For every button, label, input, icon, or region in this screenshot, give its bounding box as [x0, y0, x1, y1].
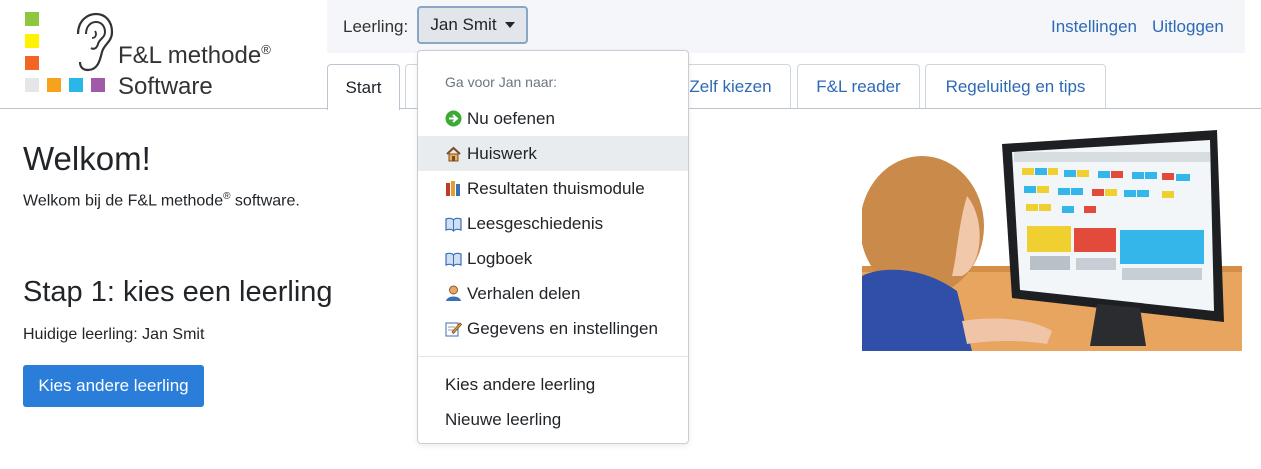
- tab-regeluitleg[interactable]: Regeluitleg en tips: [925, 64, 1106, 108]
- settings-link[interactable]: Instellingen: [1051, 17, 1137, 37]
- logo-text: F&L methode® Software: [118, 34, 271, 102]
- menu-item-label: Huiswerk: [467, 143, 537, 163]
- menu-item-label: Logboek: [467, 248, 533, 268]
- welcome-text-start: Welkom bij de F&L methode: [23, 192, 224, 210]
- menu-item-nieuwe-leerling[interactable]: Nieuwe leerling: [418, 402, 688, 437]
- welcome-title: Welkom!: [23, 140, 151, 177]
- registered-mark: ®: [261, 42, 271, 57]
- caret-down-icon: [504, 22, 515, 28]
- book-icon: [445, 252, 462, 267]
- logout-link[interactable]: Uitloggen: [1152, 17, 1224, 37]
- logo-line1: F&L methode: [118, 42, 262, 69]
- ear-icon: [76, 12, 114, 72]
- child-at-computer-image: [862, 126, 1242, 351]
- books-icon: [446, 181, 460, 196]
- user-icon: [446, 285, 461, 301]
- top-bar: Leerling: Jan Smit Instellingen Uitlogge…: [327, 0, 1245, 53]
- logo-square: [25, 78, 39, 92]
- logo-line2: Software: [118, 73, 213, 100]
- menu-item-label: Leesgeschiedenis: [467, 213, 604, 233]
- logo-square: [69, 78, 83, 92]
- illustration: [862, 130, 1242, 351]
- tab-fl-reader[interactable]: F&L reader: [797, 64, 920, 108]
- logo-square: [47, 78, 61, 92]
- menu-item-huiswerk[interactable]: Huiswerk: [418, 136, 688, 171]
- menu-divider: [418, 356, 688, 357]
- menu-item-logboek[interactable]: Logboek: [418, 241, 688, 276]
- house-icon: [446, 146, 461, 162]
- menu-item-gegevens-en-instellingen[interactable]: Gegevens en instellingen: [418, 311, 688, 346]
- student-dropdown-button[interactable]: Jan Smit: [417, 6, 528, 44]
- arrow-right-icon: [445, 110, 462, 127]
- student-label: Leerling:: [343, 17, 409, 36]
- menu-item-label: Verhalen delen: [467, 283, 581, 303]
- logo-square: [25, 12, 39, 26]
- menu-item-label: Nu oefenen: [467, 108, 555, 128]
- logo-square: [91, 78, 105, 92]
- menu-item-leesgeschiedenis[interactable]: Leesgeschiedenis: [418, 206, 688, 241]
- edit-icon: [445, 322, 462, 337]
- dropdown-header: Ga voor Jan naar:: [445, 74, 558, 90]
- logo-square: [25, 34, 39, 48]
- student-dropdown-menu: Ga voor Jan naar: Nu oefenen Huiswerk Re…: [417, 50, 689, 444]
- current-student: Huidige leerling: Jan Smit: [23, 326, 205, 343]
- menu-item-resultaten-thuismodule[interactable]: Resultaten thuismodule: [418, 171, 688, 206]
- menu-item-kies-andere-leerling[interactable]: Kies andere leerling: [418, 367, 688, 402]
- choose-other-student-button[interactable]: Kies andere leerling: [23, 365, 204, 407]
- tab-start[interactable]: Start: [327, 64, 400, 110]
- menu-item-label: Gegevens en instellingen: [467, 318, 658, 338]
- book-icon: [445, 217, 462, 232]
- app-logo: F&L methode® Software: [22, 10, 312, 100]
- step-title: Stap 1: kies een leerling: [23, 276, 333, 308]
- selected-student-name: Jan Smit: [430, 15, 497, 34]
- logo-square: [25, 56, 39, 70]
- welcome-text-end: software.: [230, 192, 300, 210]
- menu-item-label: Resultaten thuismodule: [467, 178, 645, 198]
- menu-item-nu-oefenen[interactable]: Nu oefenen: [418, 101, 688, 136]
- welcome-text: Welkom bij de F&L methode® software.: [23, 191, 300, 210]
- menu-item-verhalen-delen[interactable]: Verhalen delen: [418, 276, 688, 311]
